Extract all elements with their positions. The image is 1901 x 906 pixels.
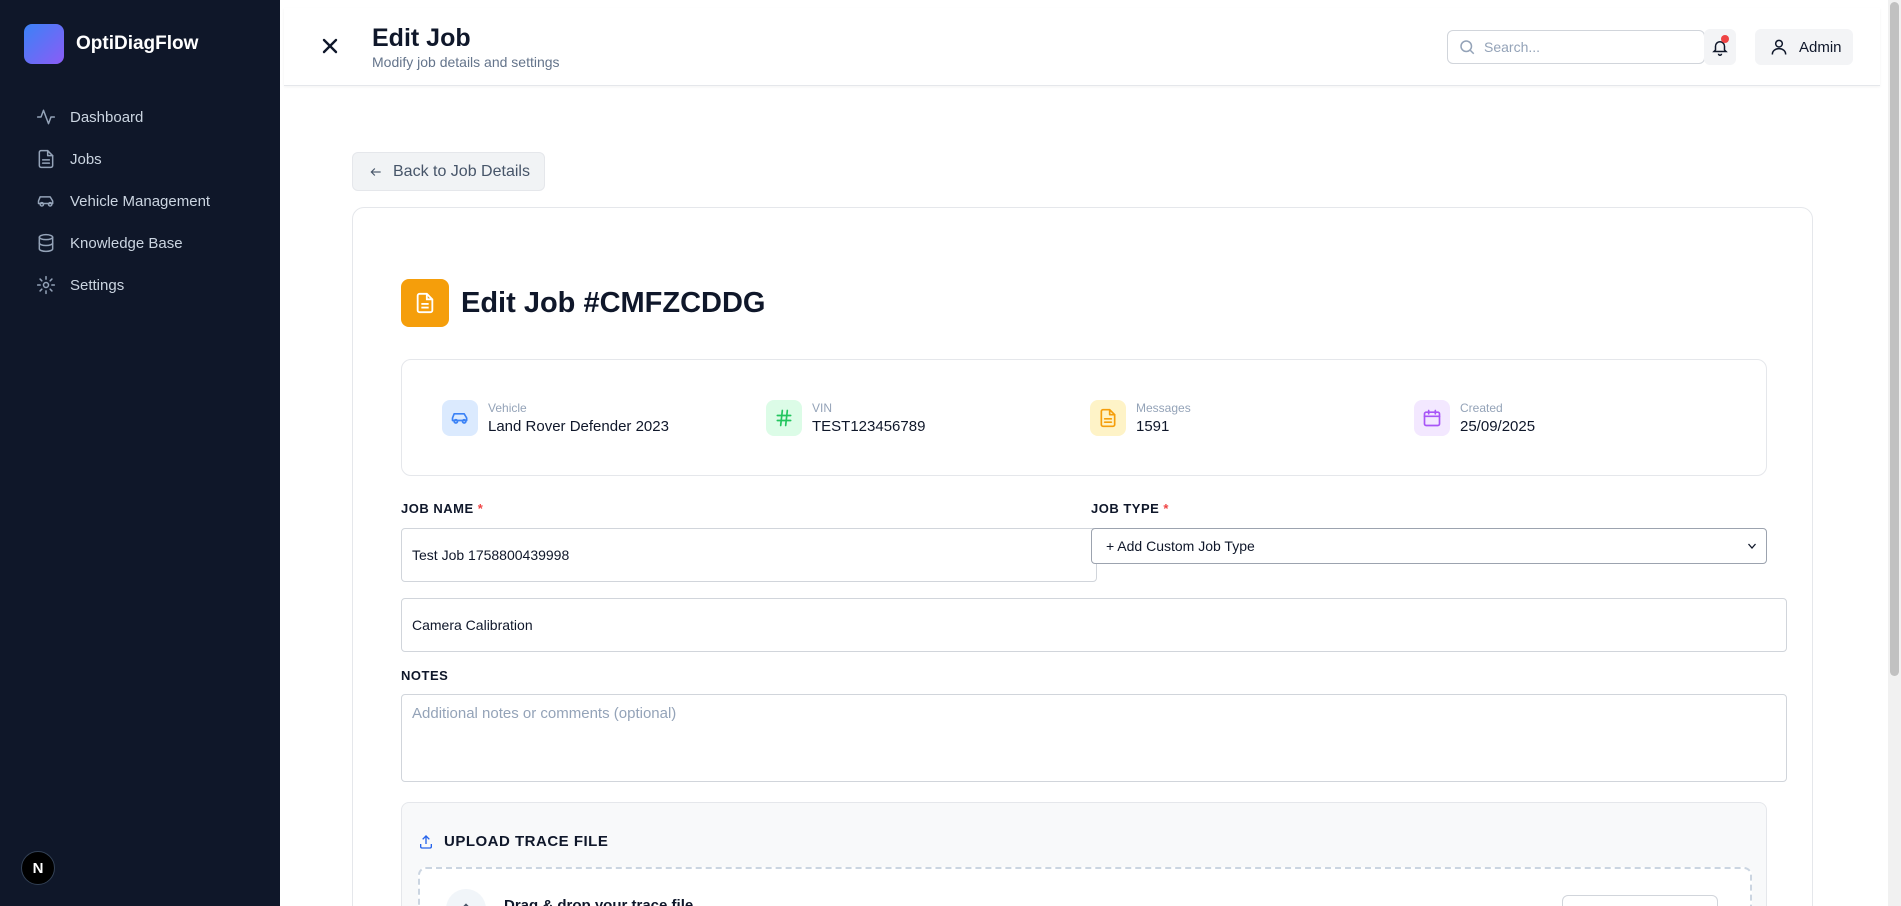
scrollbar-thumb[interactable]: [1890, 2, 1899, 676]
sidebar-item-dashboard[interactable]: Dashboard: [24, 96, 264, 138]
calendar-icon: [1414, 400, 1450, 436]
job-name-label-text: JOB NAME: [401, 501, 474, 516]
upload-icon: [420, 834, 432, 849]
file-dropzone[interactable]: Drag & drop your trace file: [418, 867, 1752, 906]
job-info-summary: Vehicle Land Rover Defender 2023 VIN TES…: [401, 359, 1767, 476]
chevron-down-icon: [1748, 543, 1756, 549]
sidebar-item-vehicle-management[interactable]: Vehicle Management: [24, 180, 264, 222]
card-title: Edit Job #CMFZCDDG: [461, 286, 766, 319]
info-label: Created: [1460, 401, 1503, 415]
brand[interactable]: OptiDiagFlow: [24, 24, 198, 64]
sidebar-item-label: Vehicle Management: [70, 192, 211, 210]
card-title-row: Edit Job #CMFZCDDG: [401, 279, 766, 327]
job-name-label: JOB NAME *: [401, 501, 483, 516]
document-icon: [401, 279, 449, 327]
search-box: [1447, 30, 1705, 64]
top-bar: Edit Job Modify job details and settings…: [284, 8, 1880, 86]
database-icon: [38, 233, 54, 253]
info-label: Messages: [1136, 401, 1191, 415]
sidebar-item-jobs[interactable]: Jobs: [24, 138, 264, 180]
document-icon: [1090, 400, 1126, 436]
file-icon: [38, 149, 54, 169]
car-icon: [37, 196, 54, 207]
job-type-label-text: JOB TYPE: [1091, 501, 1160, 516]
sidebar-item-label: Dashboard: [70, 108, 144, 126]
activity-icon: [36, 109, 56, 125]
job-name-input[interactable]: Test Job 1758800439998: [401, 528, 1097, 582]
notifications-button[interactable]: [1704, 29, 1736, 65]
custom-job-type-input[interactable]: Camera Calibration: [401, 598, 1787, 652]
info-label: Vehicle: [488, 401, 527, 415]
upload-title: UPLOAD TRACE FILE: [444, 833, 609, 850]
upload-heading: UPLOAD TRACE FILE: [418, 833, 608, 850]
info-value: Land Rover Defender 2023: [488, 418, 669, 435]
notes-label: NOTES: [401, 668, 449, 683]
sidebar-nav: Dashboard Jobs Vehicle Management Knowle…: [24, 96, 264, 306]
app-name: OptiDiagFlow: [76, 33, 199, 54]
hash-icon: [766, 400, 802, 436]
required-mark: *: [1163, 501, 1169, 516]
sidebar-item-label: Knowledge Base: [70, 234, 183, 252]
notification-dot: [1721, 35, 1729, 43]
info-label: VIN: [812, 401, 833, 415]
page-subtitle: Modify job details and settings: [372, 54, 560, 70]
info-messages: Messages 1591: [1090, 400, 1191, 436]
sidebar-item-label: Jobs: [70, 150, 102, 168]
edit-job-card: Edit Job #CMFZCDDG Vehicle Land Rover De…: [352, 207, 1813, 906]
upload-section: UPLOAD TRACE FILE Drag & drop your trace…: [401, 802, 1767, 906]
notes-textarea[interactable]: Additional notes or comments (optional): [401, 694, 1787, 782]
sidebar-item-knowledge-base[interactable]: Knowledge Base: [24, 222, 264, 264]
framework-badge[interactable]: N: [21, 851, 55, 885]
upload-circle-icon: [446, 889, 486, 906]
info-value: 1591: [1136, 418, 1170, 435]
sidebar-item-settings[interactable]: Settings: [24, 264, 264, 306]
search-input[interactable]: [1484, 39, 1684, 55]
dropzone-text: Drag & drop your trace file: [504, 897, 694, 906]
user-icon: [1771, 39, 1787, 55]
back-to-job-details-button[interactable]: Back to Job Details: [352, 152, 545, 191]
info-value: TEST123456789: [812, 418, 926, 435]
user-label: Admin: [1799, 38, 1842, 56]
info-vehicle: Vehicle Land Rover Defender 2023: [442, 400, 669, 436]
job-type-label: JOB TYPE *: [1091, 501, 1169, 516]
info-vin: VIN TEST123456789: [766, 400, 925, 436]
close-icon: [322, 38, 338, 54]
gear-icon: [36, 275, 56, 295]
close-button[interactable]: [318, 34, 342, 58]
back-button-label: Back to Job Details: [393, 162, 530, 180]
search-icon: [1460, 40, 1475, 55]
page-title: Edit Job: [372, 24, 471, 52]
info-created: Created 25/09/2025: [1414, 400, 1535, 436]
app-logo: [24, 24, 64, 64]
car-icon: [442, 400, 478, 436]
sidebar-item-label: Settings: [70, 276, 125, 294]
job-type-selected-value: + Add Custom Job Type: [1106, 538, 1255, 554]
required-mark: *: [477, 501, 484, 516]
arrow-left-icon: [370, 167, 381, 176]
scrollbar[interactable]: [1888, 0, 1901, 906]
browse-files-button[interactable]: [1562, 895, 1718, 906]
sidebar: OptiDiagFlow Dashboard Jobs Vehicle Mana…: [0, 0, 280, 906]
job-type-select[interactable]: + Add Custom Job Type: [1091, 528, 1767, 564]
info-value: 25/09/2025: [1460, 418, 1536, 435]
user-menu-button[interactable]: Admin: [1755, 29, 1853, 65]
